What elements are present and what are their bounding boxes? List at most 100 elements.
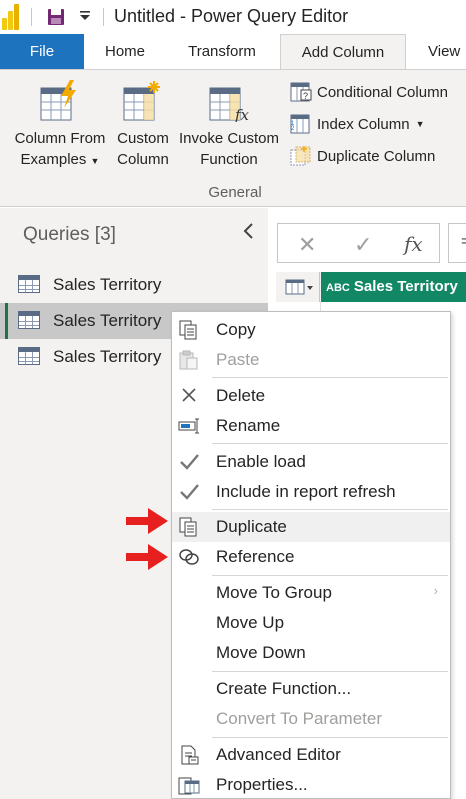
duplicate-icon <box>178 517 200 537</box>
menu-item-paste: Paste <box>172 345 450 375</box>
rename-icon <box>178 416 200 436</box>
tab-transform[interactable]: Transform <box>166 34 278 69</box>
invoke-custom-function-icon: fx <box>209 80 250 124</box>
group-label-general: General <box>208 184 262 201</box>
text-type-icon[interactable]: ABC <box>326 282 350 294</box>
menu-item-reference[interactable]: Reference <box>172 542 450 572</box>
custom-column-button[interactable]: Custom Column <box>113 80 173 170</box>
column-from-examples-label-1: Column From <box>14 130 106 147</box>
menu-item-label: Rename <box>216 416 281 435</box>
column-from-examples-label-2: Examples ▼ <box>10 149 110 172</box>
menu-separator <box>212 575 448 576</box>
menu-item-delete[interactable]: Delete <box>172 381 450 411</box>
collapse-chevron-left-icon[interactable] <box>242 222 254 246</box>
query-item-label: Sales Territory <box>53 347 162 366</box>
menu-item-label: Create Function... <box>216 679 352 698</box>
menu-item-convert-to-parameter: Convert To Parameter <box>172 704 450 734</box>
formula-input[interactable]: = <box>448 223 466 263</box>
chevron-down-icon: ▼ <box>90 156 100 166</box>
context-menu: Copy Paste Delete Rename Enable load Inc… <box>171 311 451 799</box>
grid-header: ABC Sales Territory <box>276 272 466 302</box>
query-item-1[interactable]: Sales Territory <box>0 267 268 303</box>
power-bi-logo-icon <box>2 4 24 30</box>
svg-text:fx: fx <box>234 106 249 122</box>
divider <box>103 8 104 26</box>
checkmark-icon <box>178 482 200 502</box>
annotation-arrow-icon <box>126 542 170 572</box>
fx-icon[interactable]: fx <box>404 232 423 256</box>
invoke-custom-function-label-1: Invoke Custom <box>178 130 280 147</box>
custom-column-label-2: Column <box>117 151 169 168</box>
annotation-arrow-icon <box>126 506 170 536</box>
invoke-custom-function-label-2: Function <box>200 151 258 168</box>
menu-item-advanced-editor[interactable]: Advanced Editor <box>172 740 450 770</box>
window-title: Untitled - Power Query Editor <box>114 6 349 26</box>
duplicate-column-label: Duplicate Column <box>317 147 436 165</box>
column-header-label: Sales Territory <box>353 278 458 295</box>
queries-header: Queries [3] <box>23 224 116 245</box>
conditional-column-button[interactable]: ? Conditional Column <box>290 81 448 103</box>
table-icon <box>18 275 40 293</box>
menu-item-copy[interactable]: Copy <box>172 315 450 345</box>
menu-item-rename[interactable]: Rename <box>172 411 450 441</box>
index-column-label: Index Column <box>317 115 410 133</box>
cancel-icon[interactable]: ✕ <box>298 232 316 258</box>
ribbon-tabs: File Home Transform Add Column View <box>0 34 466 70</box>
divider <box>31 8 32 26</box>
save-icon[interactable] <box>47 8 65 26</box>
table-icon <box>18 311 40 329</box>
query-item-label: Sales Territory <box>53 275 162 294</box>
index-column-icon: 12 <box>290 114 312 134</box>
formula-bar-controls: ✕ ✓ fx <box>277 223 440 263</box>
menu-item-move-to-group[interactable]: Move To Group › <box>172 578 450 608</box>
menu-item-label: Convert To Parameter <box>216 709 382 728</box>
column-header-sales-territory[interactable]: ABC Sales Territory <box>321 272 466 302</box>
advanced-editor-icon <box>178 745 200 765</box>
index-column-button[interactable]: 12 Index Column ▼ <box>290 113 424 135</box>
menu-item-label: Reference <box>216 547 295 566</box>
menu-item-label: Enable load <box>216 452 306 471</box>
quick-access-dropdown-icon[interactable] <box>79 10 91 25</box>
custom-column-icon <box>123 80 163 122</box>
copy-icon <box>178 320 200 340</box>
duplicate-column-button[interactable]: Duplicate Column <box>290 145 435 167</box>
invoke-custom-function-button[interactable]: fx Invoke Custom Function <box>176 80 282 170</box>
menu-item-label: Move Down <box>216 643 306 662</box>
menu-separator <box>212 443 448 444</box>
properties-icon <box>178 775 200 795</box>
table-icon <box>18 347 40 365</box>
custom-column-label-1: Custom <box>117 130 169 147</box>
column-from-examples-button[interactable]: Column From Examples ▼ <box>10 80 110 172</box>
tab-home[interactable]: Home <box>84 34 166 69</box>
menu-item-properties[interactable]: Properties... <box>172 770 450 799</box>
column-from-examples-label-2-text: Examples <box>20 151 87 168</box>
query-item-label: Sales Territory <box>53 311 162 330</box>
delete-x-icon <box>178 386 200 406</box>
column-from-examples-icon <box>40 80 80 122</box>
menu-separator <box>212 671 448 672</box>
link-icon <box>178 547 200 567</box>
menu-item-create-function[interactable]: Create Function... <box>172 674 450 704</box>
menu-item-label: Include in report refresh <box>216 482 396 501</box>
table-menu-button[interactable] <box>276 272 320 302</box>
menu-item-label: Move To Group <box>216 583 332 602</box>
menu-separator <box>212 377 448 378</box>
ribbon-panel: Column From Examples ▼ Custom Column fx … <box>0 69 466 207</box>
tab-add-column[interactable]: Add Column <box>280 34 406 70</box>
menu-item-duplicate[interactable]: Duplicate <box>172 512 450 542</box>
menu-item-move-up[interactable]: Move Up <box>172 608 450 638</box>
menu-item-label: Advanced Editor <box>216 745 341 764</box>
menu-item-label: Copy <box>216 320 256 339</box>
menu-item-include-in-report-refresh[interactable]: Include in report refresh <box>172 477 450 507</box>
commit-icon[interactable]: ✓ <box>354 232 372 258</box>
paste-icon <box>178 350 200 370</box>
menu-item-move-down[interactable]: Move Down <box>172 638 450 668</box>
menu-item-enable-load[interactable]: Enable load <box>172 447 450 477</box>
tab-view[interactable]: View <box>406 34 466 69</box>
menu-item-label: Move Up <box>216 613 285 632</box>
menu-item-label: Properties... <box>216 775 308 794</box>
submenu-arrow-icon: › <box>433 583 438 598</box>
menu-separator <box>212 509 448 510</box>
tab-file[interactable]: File <box>0 34 84 69</box>
menu-item-label: Delete <box>216 386 266 405</box>
